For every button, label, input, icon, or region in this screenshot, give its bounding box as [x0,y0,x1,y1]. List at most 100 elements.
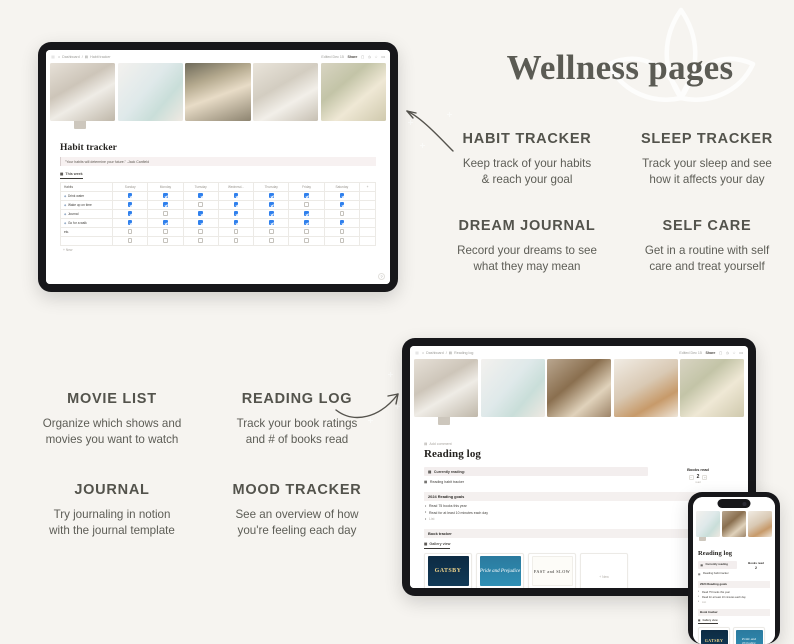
checkbox[interactable] [339,193,345,198]
habit-checkbox-cell[interactable] [288,208,325,219]
habit-checkbox-cell[interactable] [217,226,255,237]
book-card[interactable]: GATSBY [698,627,730,644]
checkbox[interactable] [304,238,309,243]
breadcrumb-current-label[interactable]: Habit tracker [90,55,110,59]
habit-checkbox-cell[interactable] [288,190,325,201]
add-comment-label[interactable]: Add comment [429,442,451,446]
habit-checkbox-cell[interactable] [182,199,219,210]
checkbox[interactable] [233,202,239,207]
checkbox[interactable] [127,202,133,207]
checkbox[interactable] [304,193,309,198]
column-header-day[interactable]: Sunday [111,181,149,192]
reading-habit-tracker-label[interactable]: Reading habit tracker [430,480,464,484]
column-header-day[interactable]: Tuesday [182,181,219,192]
habit-checkbox-cell[interactable] [288,235,325,246]
checkbox[interactable] [339,202,345,207]
table-row[interactable]: ◆ Go for a walk [60,217,376,228]
checkbox[interactable] [304,202,309,207]
share-button[interactable]: Share [705,351,715,355]
new-row-button[interactable]: + New [60,246,376,252]
habit-checkbox-cell[interactable] [147,208,184,219]
checkbox[interactable] [269,238,274,243]
habit-checkbox-cell[interactable] [288,226,325,237]
checkbox[interactable] [339,229,345,234]
help-button[interactable]: ? [378,273,385,280]
habit-checkbox-cell[interactable] [253,226,290,237]
checkbox[interactable] [339,238,345,243]
column-header-day[interactable]: Monday [147,181,184,192]
breadcrumb[interactable]: ⌂ Dashboard / ▤ Reading log [422,351,473,355]
hamburger-icon[interactable] [51,55,55,59]
checkbox[interactable] [198,202,203,207]
column-header-day[interactable]: Friday [288,181,325,192]
reading-habit-tracker-label[interactable]: Reading habit tracker [703,572,729,575]
currently-reading-link[interactable]: ▤ Currently reading [698,561,737,569]
habit-checkbox-cell[interactable] [253,217,290,228]
increment-button[interactable]: + [702,474,708,480]
habit-checkbox-cell[interactable] [288,199,325,210]
habit-checkbox-cell[interactable] [323,199,361,210]
clock-icon[interactable]: ◷ [726,351,729,355]
gallery-view-tab[interactable]: ▦ Gallery view [698,619,718,625]
habit-checkbox-cell[interactable] [253,199,290,210]
currently-reading-link[interactable]: ▤ Currently reading: [424,467,648,476]
database-view-tab[interactable]: ▦ This week [60,172,83,179]
column-header-day[interactable]: Wednesd... [217,181,255,192]
habit-checkbox-cell[interactable] [111,199,149,210]
checkbox[interactable] [163,238,168,243]
currently-reading-label[interactable]: Currently reading: [434,470,465,474]
hamburger-icon[interactable] [415,351,419,355]
habit-checkbox-cell[interactable] [323,217,361,228]
column-header-habits[interactable]: Habits [60,181,113,192]
habit-checkbox-cell[interactable] [323,208,361,219]
gallery-view-label[interactable]: Gallery view [702,619,717,622]
habit-checkbox-cell[interactable] [182,226,219,237]
table-row[interactable] [60,235,376,246]
comment-icon[interactable]: ▢ [361,55,364,59]
checkbox[interactable] [233,220,239,225]
checkbox[interactable] [163,202,168,207]
table-row[interactable]: ◆ Wake up on time [60,199,376,210]
checkbox[interactable] [233,211,239,216]
table-row[interactable]: ◆ Journal [60,208,376,219]
column-header-day[interactable]: Thursday [253,181,290,192]
habit-checkbox-cell[interactable] [288,217,325,228]
habit-checkbox-cell[interactable] [147,235,184,246]
book-card[interactable]: GATSBY ▤ The Great Gatsby ★★★★★ Finished [424,552,472,588]
star-icon[interactable]: ☆ [374,55,377,59]
checkbox[interactable] [198,211,203,216]
habit-checkbox-cell[interactable] [217,235,255,246]
book-card[interactable]: Pride and Prejudice ▤ Pride and Prejudic… [476,552,524,588]
checkbox[interactable] [339,220,345,225]
habit-checkbox-cell[interactable] [111,190,149,201]
checkbox[interactable] [269,193,274,198]
habit-checkbox-cell[interactable] [217,199,255,210]
habit-checkbox-cell[interactable] [217,217,255,228]
list-item[interactable]: Read for at least 10 minutes each day [698,595,770,599]
habit-checkbox-cell[interactable] [323,235,361,246]
checkbox[interactable] [198,229,203,234]
reading-habit-tracker-link[interactable]: ▦ Reading habit tracker [424,480,648,484]
habit-checkbox-cell[interactable] [111,217,149,228]
list-item[interactable]: Read 75 books this year [698,590,770,594]
habit-checkbox-cell[interactable] [323,190,361,201]
share-button[interactable]: Share [347,55,357,59]
column-header-day[interactable]: Saturday [323,181,361,192]
gallery-view-tab[interactable]: ▦ Gallery view [424,542,451,549]
table-row[interactable]: etc. [60,226,376,237]
reading-habit-tracker-link[interactable]: ▦ Reading habit tracker [698,572,737,576]
checkbox[interactable] [304,229,309,234]
habit-checkbox-cell[interactable] [182,208,219,219]
checkbox[interactable] [127,229,133,234]
habit-checkbox-cell[interactable] [253,235,290,246]
breadcrumb-home-label[interactable]: Dashboard [62,55,80,59]
checkbox[interactable] [127,193,133,198]
habit-checkbox-cell[interactable] [182,235,219,246]
habit-checkbox-cell[interactable] [147,199,184,210]
checkbox[interactable] [269,229,274,234]
habit-checkbox-cell[interactable] [182,190,219,201]
breadcrumb[interactable]: ⌂ Dashboard / ▤ Habit tracker [58,55,111,59]
checkbox[interactable] [127,211,133,216]
decrement-button[interactable]: − [688,474,694,480]
checkbox[interactable] [233,193,239,198]
